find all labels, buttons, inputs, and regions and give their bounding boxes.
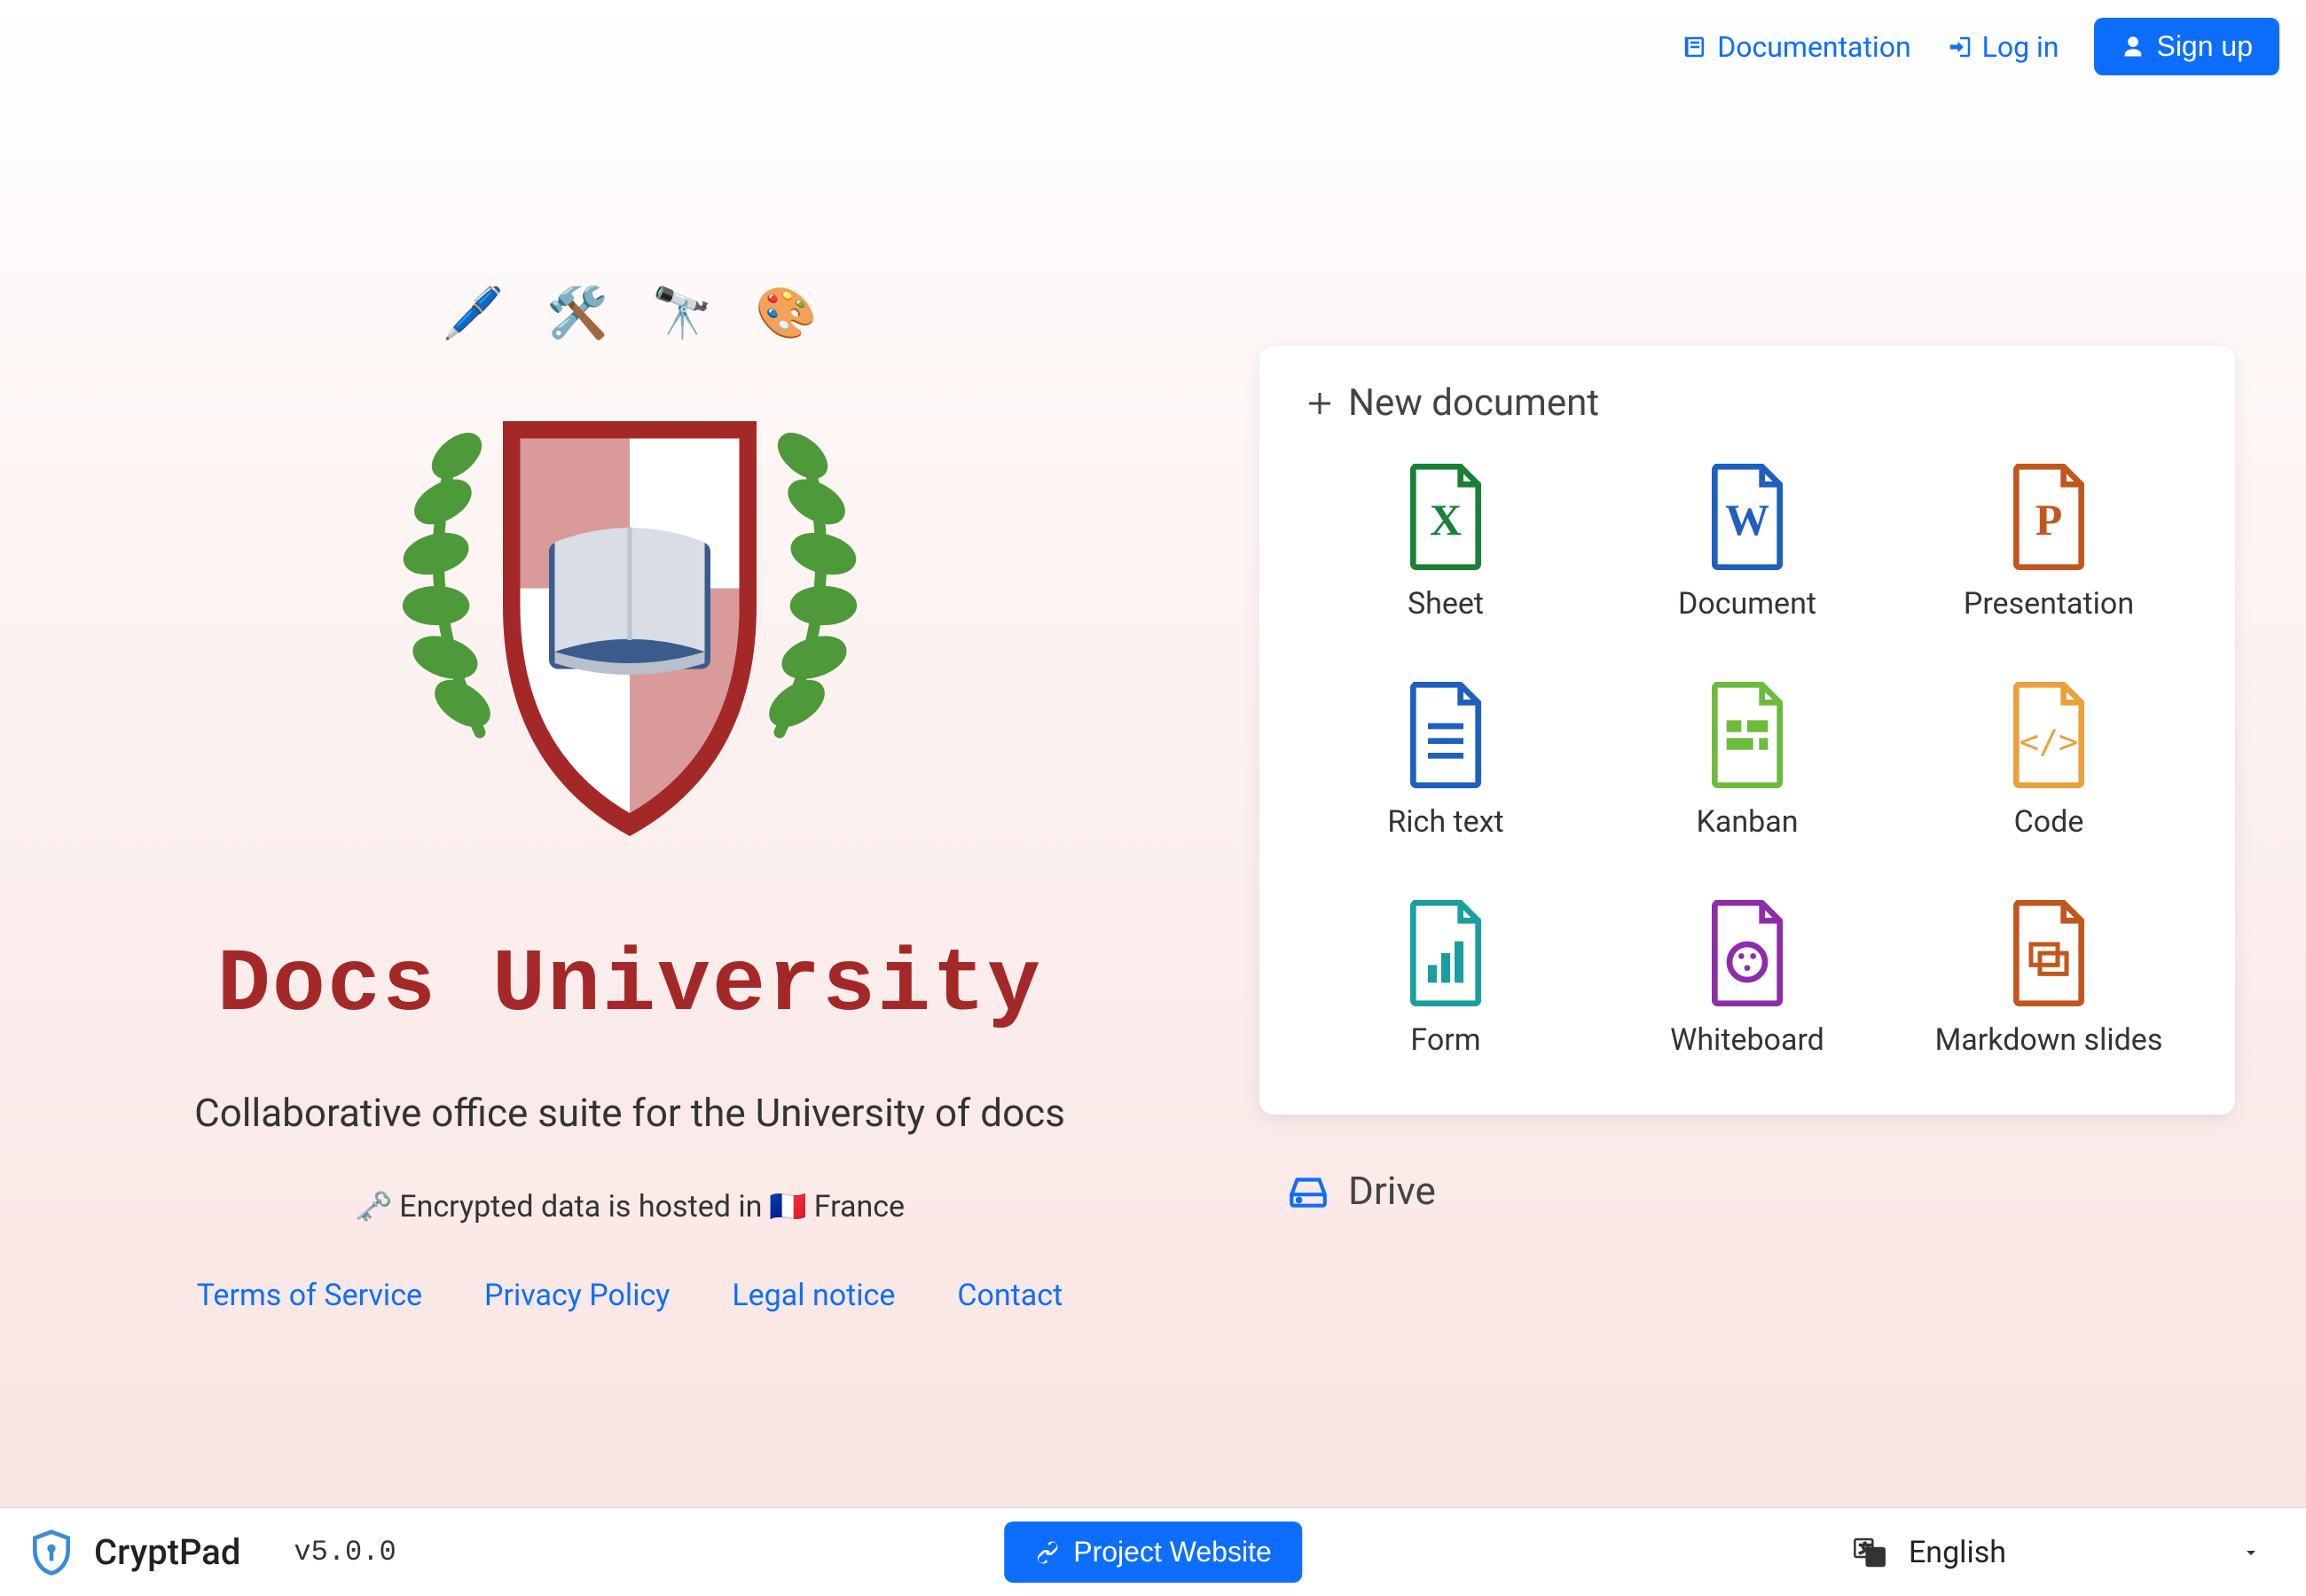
login-icon [1947, 34, 1973, 60]
shield-svg [399, 369, 860, 865]
drive-icon [1286, 1169, 1330, 1213]
file-icon [1401, 682, 1490, 788]
palette-icon: 🎨 [756, 284, 818, 342]
file-icon: </> [2004, 682, 2093, 788]
svg-text:文: 文 [1859, 1542, 1871, 1555]
panel-title: New document [1304, 381, 2191, 425]
top-nav: Documentation Log in Sign up [1682, 18, 2279, 75]
doc-type-presentation[interactable]: P Presentation [1907, 451, 2191, 634]
main-content: 🖊️ 🛠️ 🔭 🎨 [0, 0, 2306, 1507]
doc-type-code[interactable]: </> Code [1907, 669, 2191, 852]
logo: 🖊️ 🛠️ 🔭 🎨 [310, 284, 949, 883]
doc-type-label: Document [1678, 586, 1816, 622]
link-icon [1034, 1539, 1061, 1566]
lock-icon: 🗝️ [355, 1189, 392, 1224]
file-icon: X [1401, 464, 1490, 570]
doc-type-label: Code [2014, 804, 2084, 840]
doc-type-label: Markdown slides [1935, 1022, 2163, 1058]
documentation-label: Documentation [1717, 30, 1910, 64]
signup-button[interactable]: Sign up [2094, 18, 2279, 75]
footer: CryptPad v5.0.0 Project Website 文 A Engl… [0, 1507, 2306, 1596]
doc-type-sheet[interactable]: X Sheet [1304, 451, 1588, 634]
file-icon: P [2004, 464, 2093, 570]
doc-type-label: Rich text [1387, 804, 1503, 840]
translate-icon: 文 A [1852, 1535, 1887, 1570]
file-icon [1703, 682, 1792, 788]
action-column: New document X Sheet W Document P Presen… [1259, 142, 2235, 1507]
svg-text:W: W [1725, 495, 1769, 544]
hosting-info: 🗝️ Encrypted data is hosted in 🇫🇷 France [355, 1189, 905, 1224]
svg-text:P: P [2035, 495, 2063, 544]
telescope-icon: 🔭 [651, 284, 713, 342]
project-website-label: Project Website [1073, 1536, 1272, 1569]
book-icon [1682, 34, 1708, 60]
pen-icon: 🖊️ [443, 284, 505, 342]
shield-logo [310, 351, 949, 883]
brand-column: 🖊️ 🛠️ 🔭 🎨 [71, 142, 1188, 1507]
document-type-grid: X Sheet W Document P Presentation Rich t… [1304, 451, 2191, 1070]
svg-text:</>: </> [2020, 723, 2078, 761]
plus-icon [1304, 387, 1336, 419]
brand-name: CryptPad [94, 1531, 240, 1573]
legal-notice-link[interactable]: Legal notice [732, 1278, 895, 1313]
doc-type-label: Sheet [1408, 586, 1484, 622]
file-icon [2004, 900, 2093, 1006]
cryptpad-logo-icon [27, 1528, 76, 1577]
tagline: Collaborative office suite for the Unive… [194, 1090, 1065, 1136]
file-icon [1401, 900, 1490, 1006]
version-label: v5.0.0 [294, 1536, 396, 1569]
doc-type-label: Form [1410, 1022, 1480, 1058]
doc-type-rich-text[interactable]: Rich text [1304, 669, 1588, 852]
doc-type-label: Presentation [1964, 586, 2134, 622]
project-website-button[interactable]: Project Website [1004, 1522, 1302, 1583]
svg-text:X: X [1430, 495, 1462, 544]
svg-text:A: A [1871, 1551, 1879, 1564]
legal-links: Terms of Service Privacy Policy Legal no… [197, 1278, 1063, 1313]
new-document-panel: New document X Sheet W Document P Presen… [1259, 346, 2235, 1115]
tools-icon: 🛠️ [546, 284, 608, 342]
chevron-down-icon [2240, 1542, 2262, 1563]
panel-title-text: New document [1348, 381, 1599, 425]
doc-type-kanban[interactable]: Kanban [1605, 669, 1889, 852]
privacy-link[interactable]: Privacy Policy [484, 1278, 670, 1313]
hosting-prefix: Encrypted data is hosted in [399, 1189, 762, 1224]
footer-left: CryptPad v5.0.0 [27, 1528, 396, 1577]
login-link[interactable]: Log in [1947, 30, 2059, 64]
doc-type-markdown-slides[interactable]: Markdown slides [1907, 888, 2191, 1070]
drive-label: Drive [1348, 1168, 1436, 1214]
file-icon: W [1703, 464, 1792, 570]
file-icon [1703, 900, 1792, 1006]
signup-label: Sign up [2156, 30, 2253, 63]
doc-type-label: Kanban [1697, 804, 1799, 840]
logo-tool-icons: 🖊️ 🛠️ 🔭 🎨 [443, 284, 818, 342]
login-label: Log in [1982, 30, 2059, 64]
drive-link[interactable]: Drive [1286, 1168, 2235, 1214]
hosting-country: France [814, 1189, 905, 1224]
doc-type-form[interactable]: Form [1304, 888, 1588, 1070]
contact-link[interactable]: Contact [957, 1278, 1063, 1313]
doc-type-label: Whiteboard [1670, 1022, 1824, 1058]
language-selector[interactable]: 文 A English [1834, 1526, 2279, 1579]
tos-link[interactable]: Terms of Service [197, 1278, 422, 1313]
doc-type-whiteboard[interactable]: Whiteboard [1605, 888, 1889, 1070]
language-label: English [1909, 1535, 2006, 1570]
user-icon [2121, 35, 2145, 59]
doc-type-document[interactable]: W Document [1605, 451, 1889, 634]
flag-france-icon: 🇫🇷 [769, 1189, 806, 1224]
site-title: Docs University [217, 936, 1042, 1037]
documentation-link[interactable]: Documentation [1682, 30, 1910, 64]
